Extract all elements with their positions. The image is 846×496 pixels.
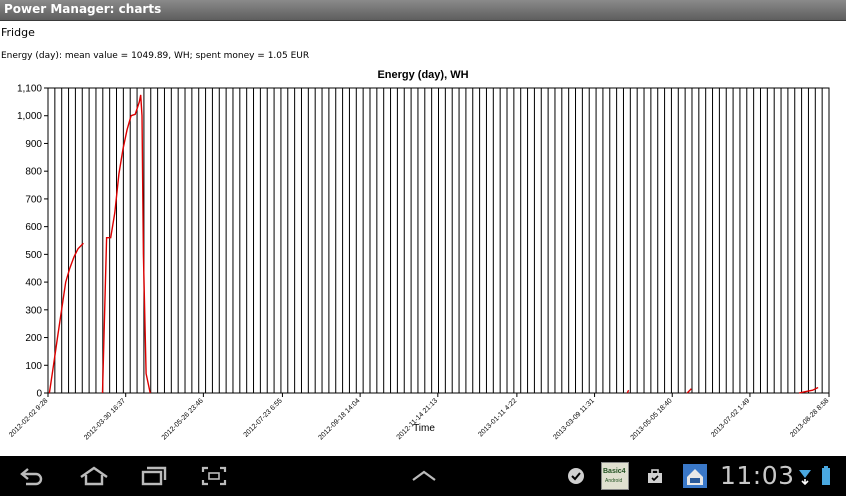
home-icon[interactable] [74,456,114,496]
screenshot-icon[interactable] [196,456,232,496]
android-system-bar: Basic4 Android 11:03 [0,456,846,496]
energy-series-line [686,388,692,394]
x-tick-label: 2012-03-30 16:37 [83,397,127,441]
y-tick-label: 100 [25,361,42,372]
device-name: Fridge [1,26,35,39]
y-tick-label: 1,100 [17,84,42,95]
status-clock: 11:03 [720,461,795,490]
x-tick-label: 2012-11-14 21:13 [396,397,440,441]
x-axis-label: Time [413,423,435,434]
back-icon[interactable] [14,456,50,496]
x-tick-label: 2013-07-02 1:49 [710,397,751,438]
wifi-download-icon [796,456,814,496]
y-tick-label: 500 [25,250,42,261]
x-tick-label: 2013-03-09 11:31 [552,397,596,441]
x-tick-label: 2012-07-23 6:55 [243,397,284,438]
home-app-icon[interactable] [680,456,710,496]
recents-icon[interactable] [136,456,172,496]
y-tick-label: 800 [25,167,42,178]
basic4android-icon[interactable]: Basic4 Android [600,456,630,496]
x-tick-label: 2013-01-11 4:22 [477,397,518,438]
y-tick-label: 200 [25,333,42,344]
briefcase-icon[interactable] [643,456,667,496]
chart-title: Energy (day), WH [377,69,468,81]
y-tick-label: 600 [25,222,42,233]
up-arrow-icon[interactable] [406,456,442,496]
y-tick-label: 0 [36,389,42,400]
x-tick-label: 2012-09-18 14:04 [318,397,362,441]
y-tick-label: 1,000 [17,111,42,122]
energy-chart: Energy (day), WH 0 100 200 300 400 500 600 700 8… [8,69,830,442]
x-tick-label: 2013-05-05 18:40 [630,397,674,441]
y-tick-label: 400 [25,278,42,289]
x-tick-label: 2012-02-02 9:28 [8,397,49,438]
window-title-bar: Power Manager: charts [0,0,846,21]
y-tick-label: 900 [25,139,42,150]
x-tick-label: 2012-05-26 23:46 [161,397,205,441]
check-circle-icon[interactable] [564,456,588,496]
y-tick-label: 300 [25,305,42,316]
y-tick-label: 700 [25,194,42,205]
basic4android-sublabel: Android [605,478,623,484]
window-title: Power Manager: charts [4,2,162,16]
basic4android-label: Basic4 [603,468,626,475]
energy-summary: Energy (day): mean value = 1049.89, WH; … [1,51,310,61]
x-tick-label: 2013-08-28 8:58 [789,397,830,438]
battery-icon [818,456,834,496]
